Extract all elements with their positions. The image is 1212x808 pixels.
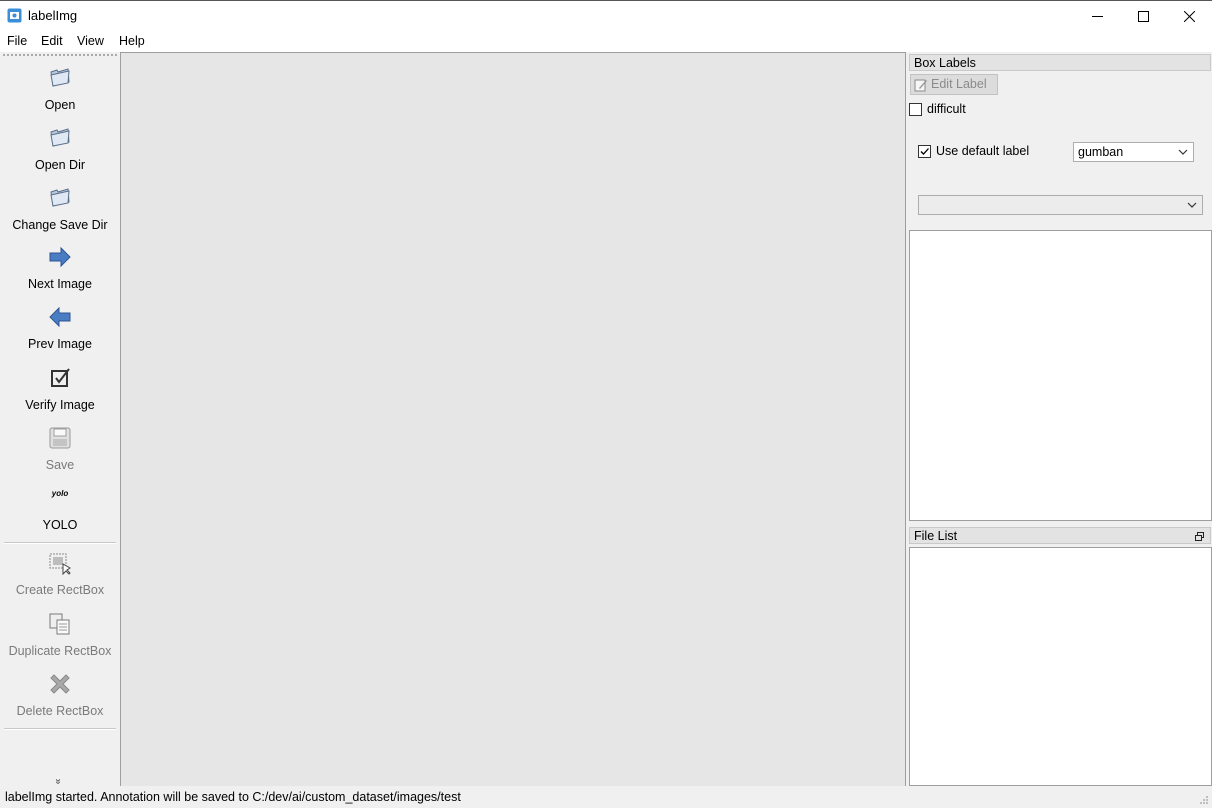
open-button[interactable]: Open — [0, 56, 120, 114]
status-bar: labelImg started. Annotation will be sav… — [0, 786, 1212, 808]
status-message: labelImg started. Annotation will be sav… — [5, 790, 461, 804]
title-bar: labelImg — [0, 0, 1212, 31]
file-list-title: File List — [914, 529, 958, 543]
delete-rectbox-button[interactable]: Delete RectBox — [0, 662, 120, 720]
verify-image-label: Verify Image — [25, 398, 95, 412]
maximize-icon — [1137, 10, 1149, 22]
difficult-checkbox[interactable] — [909, 103, 922, 116]
open-dir-button[interactable]: Open Dir — [0, 116, 120, 174]
tool-bar: Open Open Dir Change Save Dir Next Image… — [0, 52, 120, 786]
create-rectbox-label: Create RectBox — [15, 583, 105, 597]
toolbar-separator — [4, 728, 116, 730]
default-label-value: gumban — [1078, 145, 1124, 159]
copy-icon — [49, 613, 70, 635]
default-label-combo[interactable]: gumban — [1073, 142, 1194, 162]
box-labels-dock-title: Box Labels — [909, 54, 1211, 71]
menu-help[interactable]: Help — [119, 34, 145, 48]
checkbox-check-icon — [51, 368, 70, 387]
next-image-label: Next Image — [28, 277, 92, 291]
checkmark-icon — [920, 148, 929, 155]
create-rectbox-button[interactable]: Create RectBox — [0, 541, 120, 599]
use-default-label-label: Use default label — [936, 144, 1030, 158]
delete-rectbox-label: Delete RectBox — [16, 704, 104, 718]
image-canvas[interactable] — [120, 52, 906, 787]
folder-open-icon — [50, 128, 70, 147]
open-label: Open — [44, 98, 76, 112]
close-button[interactable] — [1166, 1, 1212, 31]
chevron-down-icon — [1178, 149, 1188, 155]
verify-image-button[interactable]: Verify Image — [0, 356, 120, 414]
format-yolo-button[interactable]: yolo YOLO — [0, 476, 120, 534]
file-list[interactable] — [909, 547, 1212, 786]
use-default-label-checkbox[interactable] — [918, 145, 931, 158]
file-list-dock-title: File List — [909, 527, 1211, 544]
edit-label-text: Edit Label — [931, 77, 987, 91]
float-dock-icon[interactable] — [1195, 532, 1204, 541]
label-filter-combo[interactable] — [918, 195, 1203, 215]
maximize-button[interactable] — [1120, 1, 1166, 31]
save-button[interactable]: Save — [0, 416, 120, 474]
change-save-dir-label: Change Save Dir — [12, 218, 108, 232]
prev-image-label: Prev Image — [28, 337, 92, 351]
menu-bar: File Edit View Help — [0, 30, 1212, 52]
delete-x-icon — [50, 674, 70, 694]
menu-file[interactable]: File — [7, 34, 27, 48]
folder-open-icon — [50, 188, 70, 207]
folder-open-icon — [50, 68, 70, 87]
prev-image-button[interactable]: Prev Image — [0, 295, 120, 353]
app-icon — [7, 8, 22, 23]
close-icon — [1183, 10, 1195, 22]
duplicate-rectbox-label: Duplicate RectBox — [8, 644, 112, 658]
toolbar-extension-button[interactable]: » — [52, 779, 63, 785]
open-dir-label: Open Dir — [34, 158, 86, 172]
save-disk-icon — [49, 427, 71, 449]
arrow-left-icon — [49, 306, 71, 328]
minimize-button[interactable] — [1074, 1, 1120, 31]
label-list[interactable] — [909, 230, 1212, 521]
change-save-dir-button[interactable]: Change Save Dir — [0, 176, 120, 234]
duplicate-rectbox-button[interactable]: Duplicate RectBox — [0, 602, 120, 660]
next-image-button[interactable]: Next Image — [0, 235, 120, 293]
resize-grip-icon[interactable] — [1199, 795, 1209, 805]
window-title: labelImg — [28, 8, 78, 23]
edit-icon — [914, 79, 927, 92]
minimize-icon — [1091, 15, 1103, 17]
create-rect-icon — [49, 553, 71, 575]
yolo-icon: yolo — [51, 489, 69, 498]
menu-edit[interactable]: Edit — [41, 34, 63, 48]
edit-label-button[interactable]: Edit Label — [910, 74, 998, 95]
difficult-label: difficult — [927, 102, 966, 116]
menu-view[interactable]: View — [77, 34, 104, 48]
save-label: Save — [45, 458, 75, 472]
format-label: YOLO — [42, 518, 78, 532]
arrow-right-icon — [49, 246, 71, 268]
chevron-down-icon — [1187, 202, 1197, 208]
